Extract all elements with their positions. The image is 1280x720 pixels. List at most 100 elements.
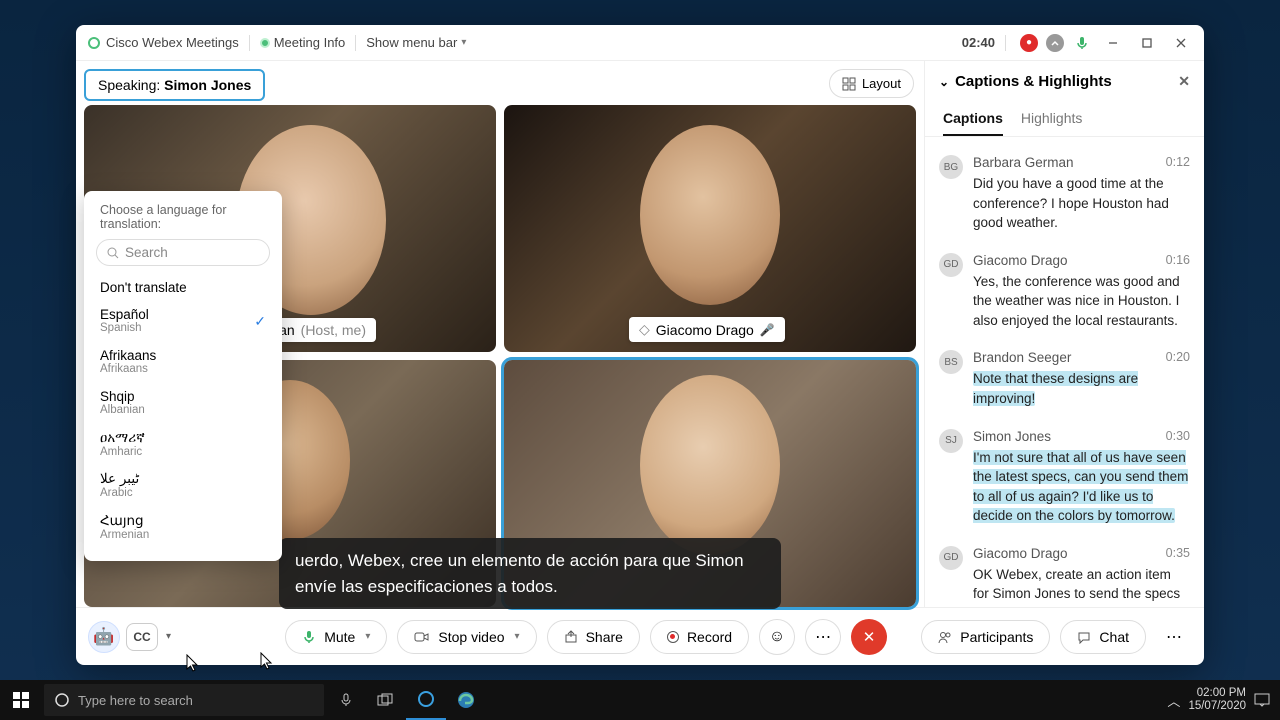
language-option[interactable]: ዐአማሪኛAmharic — [84, 424, 282, 466]
titlebar: Cisco Webex Meetings Meeting Info Show m… — [76, 25, 1204, 61]
caption-text: Did you have a good time at the conferen… — [973, 174, 1190, 233]
language-label: Հայոց — [100, 513, 149, 529]
language-sublabel: Afrikaans — [100, 363, 156, 377]
record-button[interactable]: Record — [650, 620, 749, 654]
chevron-down-icon[interactable]: ⌄ — [939, 75, 949, 89]
speaking-prefix: Speaking: — [98, 77, 164, 93]
closed-captions-button[interactable]: CC — [126, 623, 158, 651]
webex-logo-icon — [88, 37, 100, 49]
language-label: Shqip — [100, 389, 145, 404]
language-option[interactable]: Don't translate — [84, 274, 282, 301]
more-options-button[interactable]: ⋯ — [805, 619, 841, 655]
app-brand: Cisco Webex Meetings — [88, 35, 239, 50]
caption-speaker: Giacomo Drago — [973, 546, 1068, 561]
caption-entry[interactable]: GDGiacomo Drago0:35OK Webex, create an a… — [939, 536, 1190, 607]
edge-taskbar-icon[interactable] — [446, 680, 486, 720]
search-placeholder: Type here to search — [78, 693, 193, 708]
share-button[interactable]: Share — [547, 620, 640, 654]
separator — [249, 35, 250, 51]
tab-captions[interactable]: Captions — [943, 102, 1003, 136]
caption-time: 0:12 — [1166, 155, 1190, 170]
chevron-down-icon[interactable]: ▾ — [166, 631, 171, 642]
caption-text: uerdo, Webex, cree un elemento de acción… — [295, 551, 744, 596]
system-tray[interactable]: ︿ 02:00 PM 15/07/2020 — [1167, 687, 1280, 712]
language-option[interactable]: EspañolSpanish✓ — [84, 301, 282, 342]
cortana-taskbar-icon[interactable] — [406, 680, 446, 720]
notifications-icon[interactable] — [1254, 693, 1270, 707]
language-option[interactable]: AfrikaansAfrikaans — [84, 342, 282, 383]
app-title: Cisco Webex Meetings — [106, 35, 239, 50]
close-panel-button[interactable]: ✕ — [1178, 73, 1190, 90]
language-option[interactable]: ՀայոցArmenian — [84, 507, 282, 549]
minimize-button[interactable] — [1096, 29, 1130, 57]
taskbar-search[interactable]: Type here to search — [44, 684, 324, 716]
recording-indicator-icon[interactable]: ● — [1020, 34, 1038, 52]
language-option[interactable]: ShqipAlbanian — [84, 383, 282, 424]
maximize-button[interactable] — [1130, 29, 1164, 57]
check-icon: ✓ — [254, 313, 266, 330]
avatar: GD — [939, 253, 963, 277]
panel-tabs: Captions Highlights — [925, 102, 1204, 137]
caption-speaker: Giacomo Drago — [973, 253, 1068, 268]
caption-time: 0:35 — [1166, 546, 1190, 561]
captions-panel: ⌄ Captions & Highlights ✕ Captions Highl… — [924, 61, 1204, 607]
language-label: Afrikaans — [100, 348, 156, 363]
mouse-cursor-actual — [186, 654, 200, 674]
caption-time: 0:16 — [1166, 253, 1190, 268]
caption-text: OK Webex, create an action item for Simo… — [973, 565, 1190, 607]
caption-entry[interactable]: GDGiacomo Drago0:16Yes, the conference w… — [939, 243, 1190, 341]
caption-list[interactable]: BGBarbara German0:12Did you have a good … — [925, 137, 1204, 607]
live-caption-overlay: uerdo, Webex, cree un elemento de acción… — [279, 538, 781, 609]
taskbar-mic-icon[interactable] — [326, 680, 366, 720]
language-option[interactable]: ٹیبر علاArabic — [84, 465, 282, 507]
caption-entry[interactable]: BSBrandon Seeger0:20Note that these desi… — [939, 340, 1190, 418]
meeting-info-button[interactable]: Meeting Info — [260, 35, 346, 50]
search-placeholder: Search — [125, 245, 168, 260]
record-label: Record — [687, 629, 732, 645]
cortana-circle-icon — [54, 692, 70, 708]
caption-entry[interactable]: SJSimon Jones0:30I'm not sure that all o… — [939, 419, 1190, 536]
panel-title: Captions & Highlights — [955, 73, 1112, 90]
webex-window: Cisco Webex Meetings Meeting Info Show m… — [76, 25, 1204, 665]
language-popup-title: Choose a language for translation: — [84, 203, 282, 239]
tray-date: 15/07/2020 — [1188, 700, 1246, 713]
avatar: BG — [939, 155, 963, 179]
stop-video-label: Stop video — [438, 629, 504, 645]
tray-clock[interactable]: 02:00 PM 15/07/2020 — [1188, 687, 1246, 712]
mute-button[interactable]: Mute ▾ — [285, 620, 387, 654]
show-menu-button[interactable]: Show menu bar ▾ — [366, 35, 466, 50]
status-icon[interactable] — [1046, 34, 1064, 52]
start-button[interactable] — [0, 692, 42, 708]
participant-name-tag: ◇ Giacomo Drago 🎤 — [629, 317, 785, 342]
video-tile[interactable]: ◇ Giacomo Drago 🎤 — [504, 105, 916, 352]
end-meeting-button[interactable]: ✕ — [851, 619, 887, 655]
webex-assistant-button[interactable]: 🤖 — [88, 621, 120, 653]
record-icon — [667, 631, 679, 643]
tab-highlights[interactable]: Highlights — [1021, 102, 1082, 136]
language-label: ዐአማሪኛ — [100, 430, 145, 446]
reactions-button[interactable]: ☺ — [759, 619, 795, 655]
windows-taskbar[interactable]: Type here to search ︿ 02:00 PM 15/07/202… — [0, 680, 1280, 720]
language-sublabel: Albanian — [100, 404, 145, 418]
chat-button[interactable]: Chat — [1060, 620, 1146, 654]
language-search-input[interactable]: Search — [96, 239, 270, 266]
caption-entry[interactable]: BGBarbara German0:12Did you have a good … — [939, 145, 1190, 243]
layout-button[interactable]: Layout — [829, 69, 914, 98]
language-label: Español — [100, 307, 149, 322]
tray-time: 02:00 PM — [1188, 687, 1246, 700]
task-view-icon[interactable] — [366, 680, 406, 720]
meeting-toolbar: 🤖 CC ▾ Mute ▾ Stop video ▾ Share Record — [76, 607, 1204, 665]
caption-text: Note that these designs are improving! — [973, 369, 1190, 408]
layout-icon — [842, 77, 856, 91]
panel-options-button[interactable]: ⋯ — [1156, 619, 1192, 655]
caption-time: 0:20 — [1166, 350, 1190, 365]
close-button[interactable] — [1164, 29, 1198, 57]
separator — [355, 35, 356, 51]
mic-level-icon — [1074, 35, 1090, 51]
stop-video-button[interactable]: Stop video ▾ — [397, 620, 536, 654]
share-label: Share — [586, 629, 623, 645]
tray-chevron-up-icon[interactable]: ︿ — [1167, 691, 1180, 710]
panel-header: ⌄ Captions & Highlights ✕ — [925, 61, 1204, 102]
show-menu-label: Show menu bar — [366, 35, 457, 50]
participants-button[interactable]: Participants — [921, 620, 1050, 654]
